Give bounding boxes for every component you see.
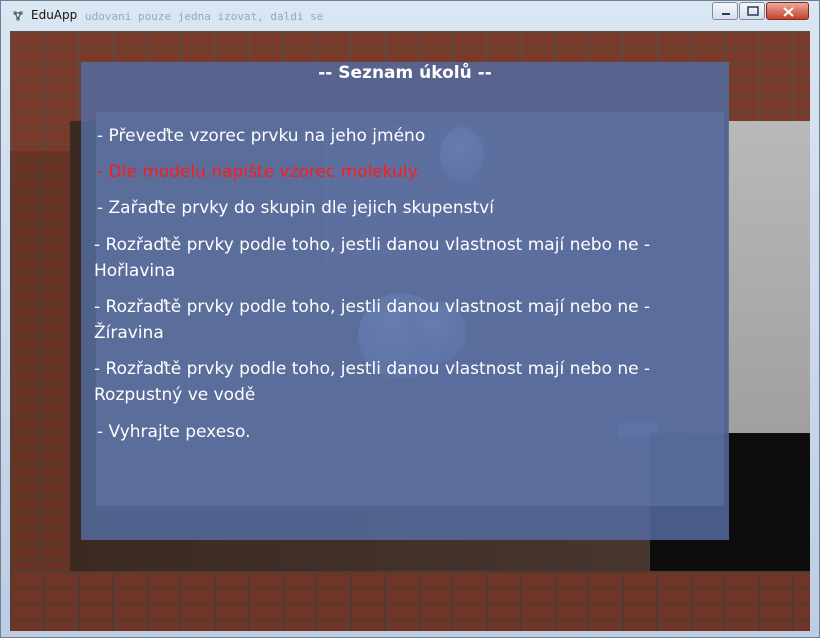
title-bar[interactable]: EduApp udovani pouze jedna izovat, daldi… <box>1 1 819 31</box>
task-text: - Vyhrajte pexeso. <box>97 422 251 442</box>
task-text-continued: Rozpustný ve vodě <box>94 385 256 405</box>
task-item-2: - Dle modelu napište vzorec molekuly. <box>97 159 421 185</box>
task-text: - Zařaďte prvky do skupin dle jejich sku… <box>97 198 494 218</box>
app-icon <box>13 11 23 21</box>
task-item-6: - Rozřaďtě prvky podle toho, jestli dano… <box>94 356 650 408</box>
maximize-button[interactable] <box>739 2 765 20</box>
task-text-continued: Žíravina <box>94 323 164 343</box>
task-item-3: - Zařaďte prvky do skupin dle jejich sku… <box>97 195 494 221</box>
task-item-5: - Rozřaďtě prvky podle toho, jestli dano… <box>94 294 650 346</box>
app-window: EduApp udovani pouze jedna izovat, daldi… <box>0 0 820 638</box>
minimize-icon <box>722 13 730 15</box>
task-item-4: - Rozřaďtě prvky podle toho, jestli dano… <box>94 232 650 284</box>
task-list-title: -- Seznam úkolů -- <box>318 63 492 83</box>
task-item-7: - Vyhrajte pexeso. <box>97 419 251 445</box>
task-text: - Rozřaďtě prvky podle toho, jestli dano… <box>94 235 651 255</box>
window-title: EduApp <box>31 8 78 22</box>
close-icon <box>783 7 794 17</box>
task-text: - Převeďte vzorec prvku na jeho jméno <box>97 126 426 146</box>
background-text: udovani pouze jedna izovat, daldi se <box>85 10 324 23</box>
task-text: - Rozřaďtě prvky podle toho, jestli dano… <box>94 359 651 379</box>
maximize-icon <box>747 6 759 16</box>
brick-wall-bottom <box>10 571 810 631</box>
concrete-wall-right <box>728 121 810 441</box>
task-text: - Dle modelu napište vzorec molekuly. <box>97 162 421 182</box>
task-item-1: - Převeďte vzorec prvku na jeho jméno <box>97 123 425 149</box>
task-text-continued: Hořlavina <box>94 261 176 281</box>
task-text: - Rozřaďtě prvky podle toho, jestli dano… <box>94 297 651 317</box>
window-controls <box>711 2 809 20</box>
minimize-button[interactable] <box>712 2 738 20</box>
close-button[interactable] <box>766 2 809 20</box>
